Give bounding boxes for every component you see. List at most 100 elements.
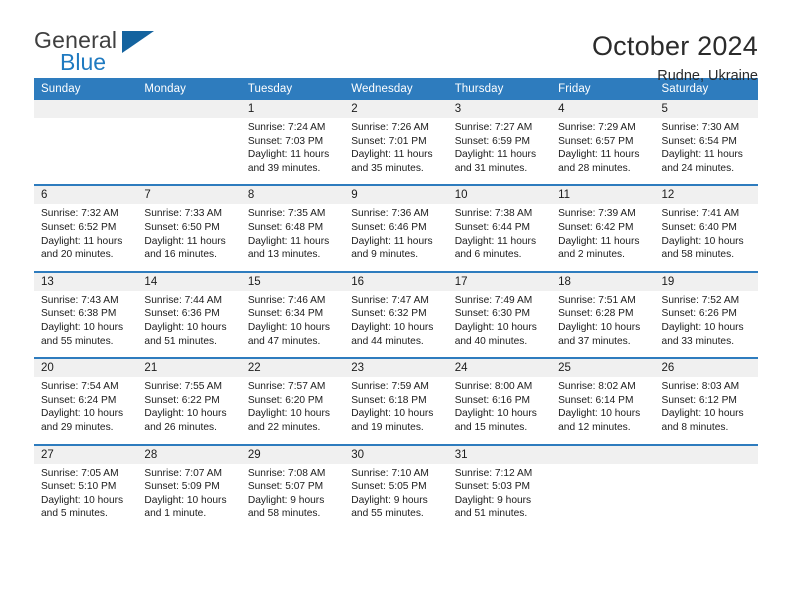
day-number[interactable]: 19	[654, 272, 758, 291]
day-number[interactable]: 7	[137, 186, 241, 205]
sunset-text: Sunset: 5:03 PM	[454, 481, 531, 493]
sunset-text: Sunset: 6:26 PM	[661, 308, 737, 320]
day-cell[interactable]: Sunrise: 7:33 AM Sunset: 6:50 PM Daylight:…	[137, 204, 241, 271]
day-number[interactable]: 8	[240, 186, 345, 205]
day-number[interactable]: 4	[551, 100, 655, 118]
day-cell[interactable]: Sunrise: 7:46 AM Sunset: 6:34 PM Daylight:…	[240, 290, 345, 358]
day-number[interactable]: 12	[654, 186, 758, 205]
day-number[interactable]: 20	[34, 359, 138, 378]
sunrise-text: Sunrise: 7:33 AM	[144, 208, 223, 220]
day-cell[interactable]: Sunrise: 7:51 AM Sunset: 6:28 PM Daylight:…	[551, 290, 655, 358]
sunrise-text: Sunrise: 7:51 AM	[558, 294, 636, 306]
day-cell[interactable]: Sunrise: 7:07 AM Sunset: 5:09 PM Daylight:…	[137, 463, 241, 530]
day-number[interactable]: 13	[34, 272, 138, 291]
sunrise-text: Sunrise: 7:29 AM	[558, 122, 636, 133]
day-number-row: 20 21 22 23 24 25 26	[34, 359, 758, 378]
day-number[interactable]: 10	[447, 186, 552, 205]
day-number[interactable]: 14	[137, 272, 241, 291]
day-detail-row: Sunrise: 7:05 AM Sunset: 5:10 PM Daylight:…	[34, 463, 758, 530]
day-cell[interactable]: Sunrise: 7:47 AM Sunset: 6:32 PM Daylight:…	[344, 290, 448, 358]
daylight-text: Daylight: 11 hours and 13 minutes.	[247, 235, 330, 261]
triangle-icon	[122, 31, 154, 53]
sunrise-text: Sunrise: 7:41 AM	[661, 208, 740, 220]
day-cell[interactable]: Sunrise: 8:03 AM Sunset: 6:12 PM Daylight:…	[654, 377, 758, 444]
day-number[interactable]: 5	[654, 100, 758, 118]
day-cell[interactable]: Sunrise: 7:08 AM Sunset: 5:07 PM Daylight:…	[240, 463, 345, 530]
sunrise-text: Sunrise: 7:39 AM	[558, 208, 636, 220]
day-number[interactable]: 18	[551, 272, 655, 291]
brand-logo[interactable]: General Blue	[34, 28, 234, 80]
sunset-text: Sunset: 5:05 PM	[351, 481, 427, 493]
day-cell[interactable]: Sunrise: 7:49 AM Sunset: 6:30 PM Daylight:…	[447, 290, 552, 358]
day-number[interactable]: 26	[654, 359, 758, 378]
day-number[interactable]: 11	[551, 186, 655, 205]
sunrise-text: Sunrise: 7:30 AM	[661, 122, 740, 133]
sunset-text: Sunset: 6:42 PM	[558, 221, 634, 233]
daylight-text: Daylight: 10 hours and 8 minutes.	[661, 408, 744, 433]
day-number[interactable]: 30	[344, 445, 448, 464]
day-cell[interactable]: Sunrise: 7:26 AM Sunset: 7:01 PM Daylight:…	[344, 118, 448, 185]
daylight-text: Daylight: 9 hours and 58 minutes.	[247, 494, 325, 520]
sunrise-text: Sunrise: 7:38 AM	[454, 208, 533, 220]
day-cell[interactable]: Sunrise: 7:10 AM Sunset: 5:05 PM Daylight:…	[344, 463, 448, 530]
sunrise-text: Sunrise: 7:27 AM	[454, 122, 533, 133]
day-cell[interactable]: Sunrise: 7:57 AM Sunset: 6:20 PM Daylight:…	[240, 377, 345, 444]
day-cell[interactable]: Sunrise: 7:30 AM Sunset: 6:54 PM Daylight:…	[654, 118, 758, 185]
sunrise-text: Sunrise: 7:36 AM	[351, 208, 429, 220]
day-cell[interactable]: Sunrise: 7:41 AM Sunset: 6:40 PM Daylight:…	[654, 204, 758, 271]
sunset-text: Sunset: 6:50 PM	[144, 221, 220, 233]
day-number[interactable]: 31	[447, 445, 552, 464]
day-cell[interactable]: Sunrise: 7:27 AM Sunset: 6:59 PM Daylight:…	[447, 118, 552, 185]
sunset-text: Sunset: 6:54 PM	[661, 135, 737, 147]
day-cell[interactable]: Sunrise: 7:29 AM Sunset: 6:57 PM Daylight:…	[551, 118, 655, 185]
day-cell[interactable]: Sunrise: 7:36 AM Sunset: 6:46 PM Daylight:…	[344, 204, 448, 271]
day-cell[interactable]: Sunrise: 7:39 AM Sunset: 6:42 PM Daylight:…	[551, 204, 655, 271]
day-number[interactable]: 17	[447, 272, 552, 291]
day-number[interactable]: 23	[344, 359, 448, 378]
day-number[interactable]: 24	[447, 359, 552, 378]
calendar-page: General Blue October 2024 Rudne, Ukraine…	[0, 0, 792, 612]
day-number-row: 27 28 29 30 31	[34, 445, 758, 464]
day-number[interactable]: 9	[344, 186, 448, 205]
day-cell[interactable]: Sunrise: 7:44 AM Sunset: 6:36 PM Daylight:…	[137, 290, 241, 358]
daylight-text: Daylight: 10 hours and 29 minutes.	[41, 408, 124, 433]
weekday-header-wednesday: Wednesday	[344, 78, 448, 100]
daylight-text: Daylight: 11 hours and 39 minutes.	[247, 149, 330, 174]
sunset-text: Sunset: 6:32 PM	[351, 308, 427, 320]
day-number[interactable]: 16	[344, 272, 448, 291]
daylight-text: Daylight: 10 hours and 12 minutes.	[558, 408, 641, 433]
day-number[interactable]: 28	[137, 445, 241, 464]
day-cell[interactable]: Sunrise: 7:38 AM Sunset: 6:44 PM Daylight:…	[447, 204, 552, 271]
day-number[interactable]: 22	[240, 359, 345, 378]
day-number[interactable]: 3	[447, 100, 552, 118]
day-cell[interactable]: Sunrise: 7:43 AM Sunset: 6:38 PM Daylight:…	[34, 290, 138, 358]
day-number[interactable]: 1	[240, 100, 345, 118]
day-cell[interactable]: Sunrise: 7:35 AM Sunset: 6:48 PM Daylight:…	[240, 204, 345, 271]
day-number[interactable]: 6	[34, 186, 138, 205]
day-number	[654, 445, 758, 464]
day-number[interactable]: 27	[34, 445, 138, 464]
day-number[interactable]: 21	[137, 359, 241, 378]
day-cell[interactable]: Sunrise: 7:52 AM Sunset: 6:26 PM Daylight:…	[654, 290, 758, 358]
day-number	[34, 100, 138, 118]
day-cell[interactable]: Sunrise: 7:55 AM Sunset: 6:22 PM Daylight:…	[137, 377, 241, 444]
day-number[interactable]: 15	[240, 272, 345, 291]
day-cell[interactable]: Sunrise: 7:12 AM Sunset: 5:03 PM Daylight:…	[447, 463, 552, 530]
day-cell[interactable]: Sunrise: 7:54 AM Sunset: 6:24 PM Daylight:…	[34, 377, 138, 444]
day-cell[interactable]: Sunrise: 8:00 AM Sunset: 6:16 PM Daylight:…	[447, 377, 552, 444]
sunset-text: Sunset: 6:40 PM	[661, 221, 737, 233]
day-cell	[34, 118, 138, 185]
day-cell[interactable]: Sunrise: 7:05 AM Sunset: 5:10 PM Daylight:…	[34, 463, 138, 530]
daylight-text: Daylight: 10 hours and 33 minutes.	[661, 321, 744, 347]
day-cell[interactable]: Sunrise: 7:32 AM Sunset: 6:52 PM Daylight:…	[34, 204, 138, 271]
sunrise-text: Sunrise: 7:26 AM	[351, 122, 429, 133]
day-number[interactable]: 2	[344, 100, 448, 118]
day-number[interactable]: 25	[551, 359, 655, 378]
day-cell[interactable]: Sunrise: 7:59 AM Sunset: 6:18 PM Daylight:…	[344, 377, 448, 444]
day-cell	[137, 118, 241, 185]
daylight-text: Daylight: 10 hours and 15 minutes.	[454, 408, 537, 433]
day-cell[interactable]: Sunrise: 8:02 AM Sunset: 6:14 PM Daylight:…	[551, 377, 655, 444]
day-cell[interactable]: Sunrise: 7:24 AM Sunset: 7:03 PM Daylight:…	[240, 118, 345, 185]
sunrise-text: Sunrise: 7:54 AM	[41, 381, 119, 393]
day-number[interactable]: 29	[240, 445, 345, 464]
